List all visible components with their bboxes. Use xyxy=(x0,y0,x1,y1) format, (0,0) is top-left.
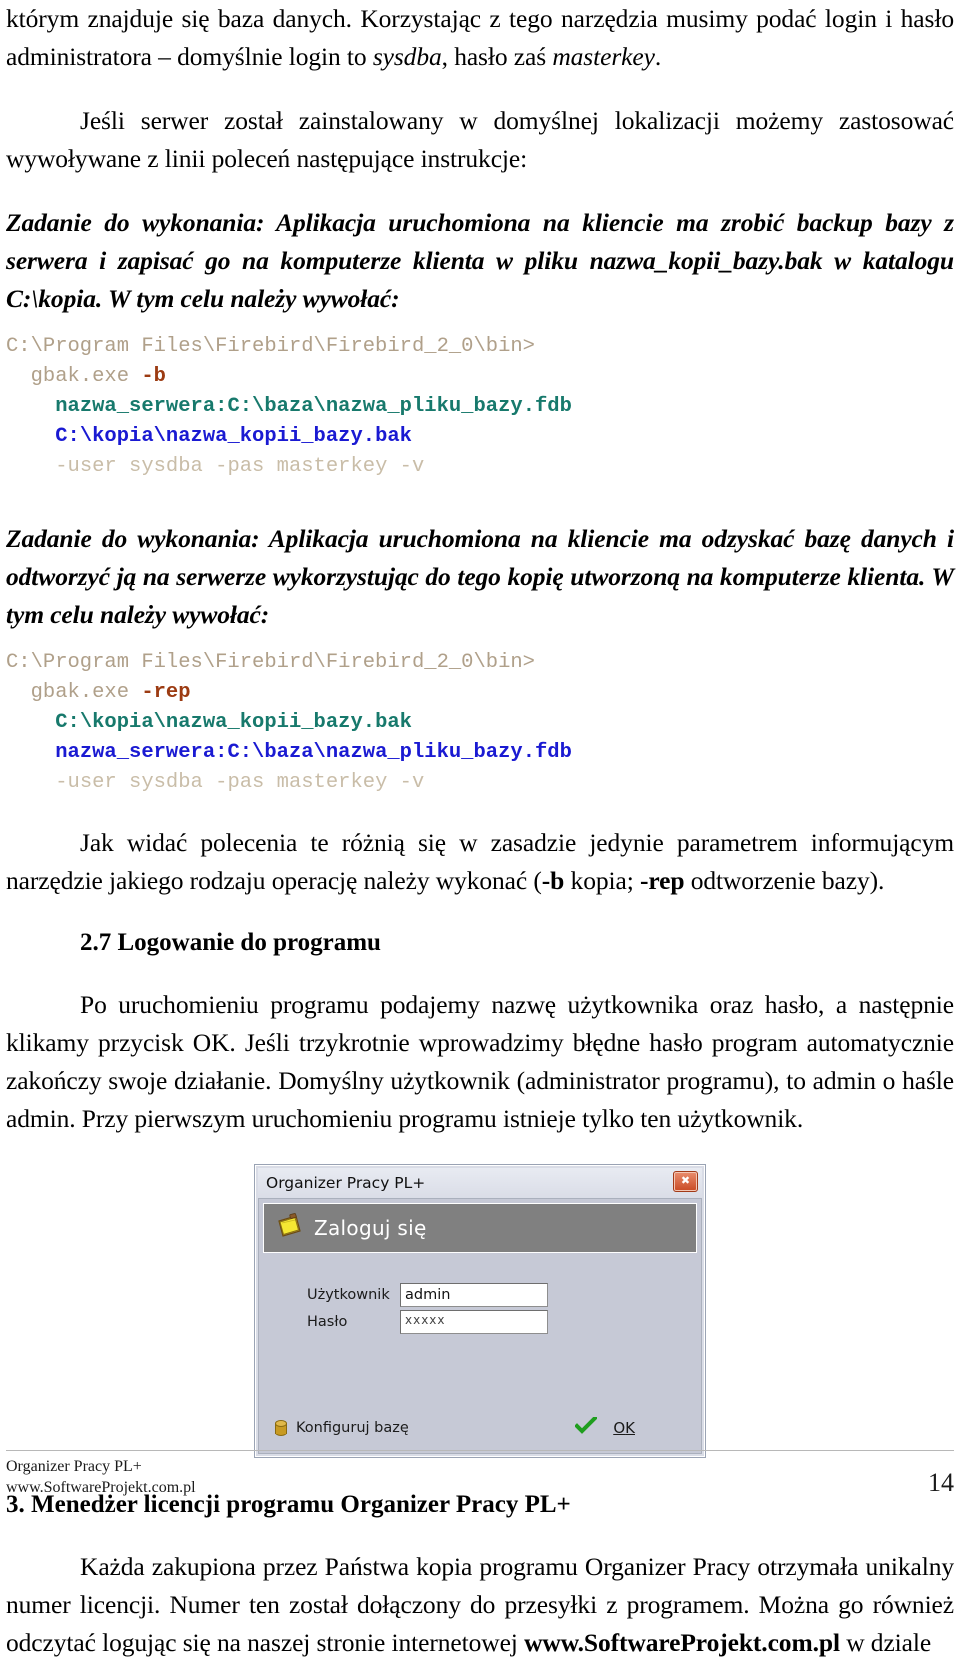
configure-db-button[interactable]: Konfiguruj bazę xyxy=(275,1420,409,1436)
document-page: którym znajduje się baza danych. Korzyst… xyxy=(0,0,960,1657)
database-cylinder-icon xyxy=(275,1420,287,1436)
footer-row: Organizer Pracy PL+ www.SoftwareProjekt.… xyxy=(6,1456,954,1498)
username-label: Użytkownik xyxy=(307,1287,390,1303)
diff-flag-backup: -b xyxy=(541,866,565,895)
code-credentials: -user sysdba -pas masterkey -v xyxy=(55,455,425,478)
dialog-body: Zaloguj się Użytkownik admin Hasło xxxxx xyxy=(258,1198,702,1454)
code-command: gbak.exe xyxy=(30,681,142,704)
paragraph-task-backup: Zadanie do wykonania: Aplikacja uruchomi… xyxy=(6,208,954,313)
intro-line-2c: . xyxy=(654,42,662,71)
code-source-path: C:\kopia\nazwa_kopii_bazy.bak xyxy=(55,711,412,734)
password-input[interactable]: xxxxx xyxy=(400,1310,548,1334)
code-source-path: nazwa_serwera:C:\baza\nazwa_pliku_bazy.f… xyxy=(55,395,572,418)
login-form: Użytkownik admin Hasło xxxxx xyxy=(259,1253,701,1401)
paragraph-flag-difference: Jak widać polecenia te różnią się w zasa… xyxy=(6,824,954,900)
ok-button[interactable]: OK xyxy=(574,1415,679,1439)
dialog-footer: Konfiguruj bazę OK xyxy=(259,1401,701,1453)
configure-db-label: Konfiguruj bazę xyxy=(296,1420,409,1436)
code-target-path: nazwa_serwera:C:\baza\nazwa_pliku_bazy.f… xyxy=(55,741,572,764)
license-text-b: w dziale xyxy=(839,1628,932,1657)
diff-text-c: odtworzenie bazy). xyxy=(684,866,885,895)
page-number: 14 xyxy=(928,1468,954,1497)
footer-product-name: Organizer Pracy PL+ xyxy=(6,1458,142,1475)
username-input[interactable]: admin xyxy=(400,1283,548,1307)
intro-line-1: którym znajduje się baza danych. Korzyst… xyxy=(6,4,954,33)
intro-login-value: sysdba xyxy=(372,42,442,71)
intro-line-2a: administratora – domyślnie login to xyxy=(6,42,373,71)
code-command: gbak.exe xyxy=(30,365,142,388)
code-credentials: -user sysdba -pas masterkey -v xyxy=(55,771,425,794)
diff-text-b: kopia; xyxy=(564,866,640,895)
page-footer: Organizer Pracy PL+ www.SoftwareProjekt.… xyxy=(6,1450,954,1498)
intro-password-value: masterkey xyxy=(552,42,655,71)
field-row-password: Hasło xxxxx xyxy=(259,1310,701,1334)
intro-line-2b: , hasło zaś xyxy=(441,42,553,71)
paragraph-login-description: Po uruchomieniu programu podajemy nazwę … xyxy=(6,990,954,1133)
green-check-icon xyxy=(574,1415,599,1439)
diff-flag-restore: -rep xyxy=(639,866,685,895)
password-label: Hasło xyxy=(307,1314,348,1330)
login-dialog-screenshot: Organizer Pracy PL+ ✖ Zaloguj się Użytko… xyxy=(6,1164,954,1458)
footer-divider xyxy=(6,1450,954,1451)
paragraph-task-restore: Zadanie do wykonania: Aplikacja uruchomi… xyxy=(6,524,954,629)
code-block-restore: C:\Program Files\Firebird\Firebird_2_0\b… xyxy=(6,648,954,798)
dialog-title-bar: Organizer Pracy PL+ ✖ xyxy=(258,1168,702,1198)
license-website: www.SoftwareProjekt.com.pl xyxy=(524,1628,840,1657)
heading-2-7-login: 2.7 Logowanie do programu xyxy=(80,929,381,956)
paragraph-license: Każda zakupiona przez Państwa kopia prog… xyxy=(6,1548,954,1662)
code-flag-backup: -b xyxy=(141,365,166,388)
ok-label: OK xyxy=(613,1419,635,1437)
code-prompt-path: C:\Program Files\Firebird\Firebird_2_0\b… xyxy=(6,651,535,674)
notepad-icon xyxy=(274,1211,304,1245)
paragraph-server-install: Jeśli serwer został zainstalowany w domy… xyxy=(6,106,954,173)
code-flag-restore: -rep xyxy=(141,681,191,704)
close-icon[interactable]: ✖ xyxy=(673,1171,698,1192)
dialog-header-bar: Zaloguj się xyxy=(263,1203,697,1253)
code-prompt-path: C:\Program Files\Firebird\Firebird_2_0\b… xyxy=(6,335,535,358)
code-target-path: C:\kopia\nazwa_kopii_bazy.bak xyxy=(55,425,412,448)
field-row-username: Użytkownik admin xyxy=(259,1283,701,1307)
footer-identity: Organizer Pracy PL+ www.SoftwareProjekt.… xyxy=(6,1456,196,1498)
dialog-window-title: Organizer Pracy PL+ xyxy=(266,1174,426,1192)
code-block-backup: C:\Program Files\Firebird\Firebird_2_0\b… xyxy=(6,332,954,482)
dialog-header-title: Zaloguj się xyxy=(314,1216,427,1240)
paragraph-intro: którym znajduje się baza danych. Korzyst… xyxy=(6,0,954,76)
login-dialog: Organizer Pracy PL+ ✖ Zaloguj się Użytko… xyxy=(254,1164,706,1458)
footer-website: www.SoftwareProjekt.com.pl xyxy=(6,1479,196,1496)
